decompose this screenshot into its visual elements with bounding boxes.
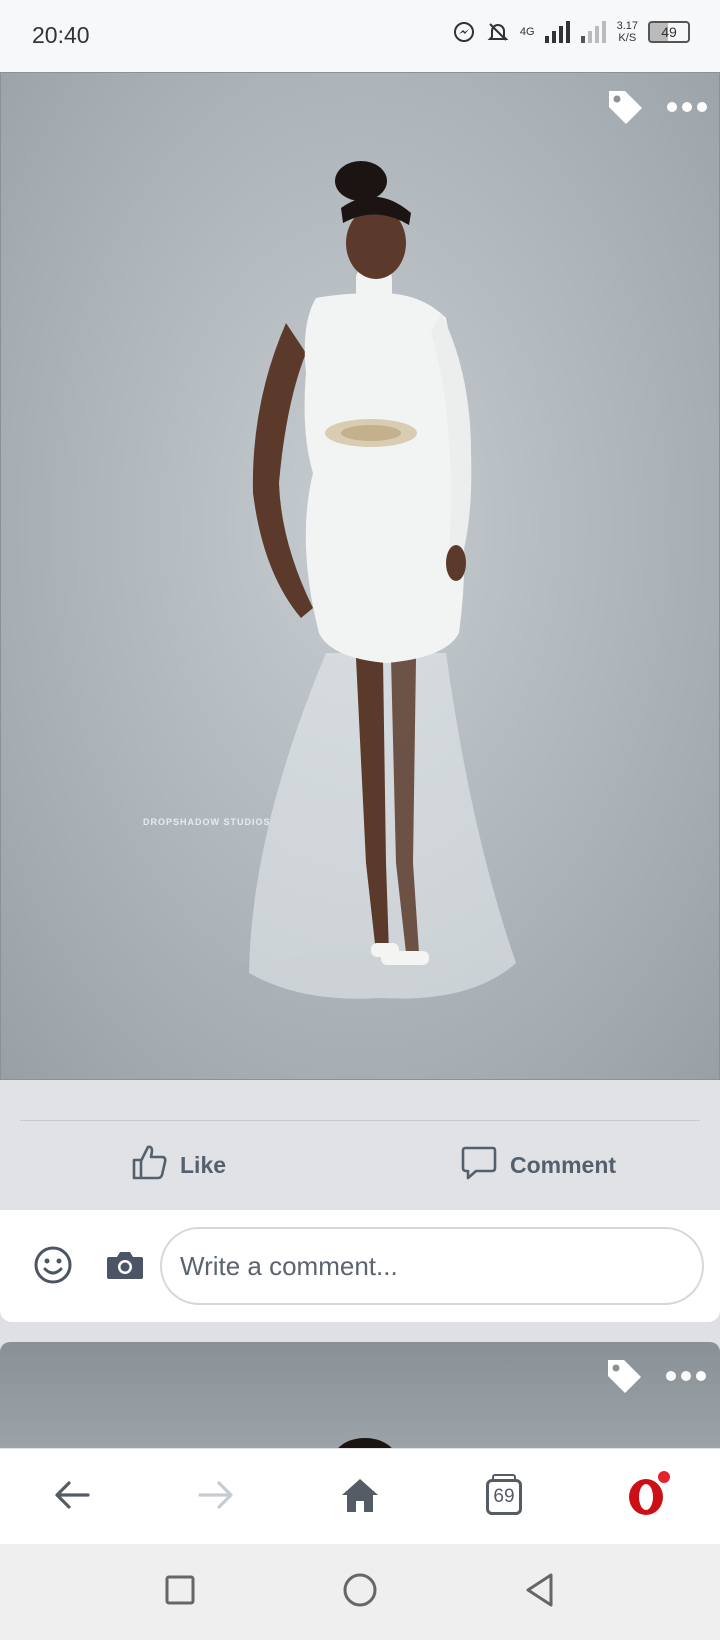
circle-icon [342, 1572, 378, 1613]
battery-level: 49 [661, 24, 677, 40]
arrow-right-icon [198, 1480, 234, 1515]
tag-icon [604, 1356, 644, 1401]
status-bar: 20:40 4G 3.17 K/S 49 [0, 0, 720, 72]
status-icons: 4G 3.17 K/S 49 [452, 20, 690, 44]
network-type: 4G [519, 26, 535, 38]
muted-bell-icon [486, 20, 510, 44]
home-button[interactable] [332, 1469, 388, 1525]
status-time: 20:40 [32, 22, 90, 48]
comment-bubble-icon [460, 1143, 498, 1187]
thumbs-up-icon [130, 1143, 168, 1187]
like-label: Like [180, 1151, 227, 1178]
divider [20, 1120, 700, 1121]
opera-logo-icon [624, 1470, 672, 1524]
home-system-button[interactable] [336, 1568, 384, 1616]
signal-weak-icon [580, 21, 607, 43]
post-actions-bar: Like Comment [0, 1080, 720, 1210]
next-post-tag-button[interactable] [602, 1356, 646, 1400]
post-photo[interactable]: DROPSHADOW STUDIOS [0, 72, 720, 1080]
net-speed-unit: K/S [618, 32, 637, 44]
recents-button[interactable] [156, 1568, 204, 1616]
back-button[interactable] [44, 1469, 100, 1525]
photo-watermark: DROPSHADOW STUDIOS [143, 817, 271, 827]
more-options-icon [666, 100, 708, 118]
tab-count: 69 [493, 1486, 515, 1507]
back-system-button[interactable] [516, 1568, 564, 1616]
emoji-icon [33, 1245, 73, 1290]
forward-button[interactable] [188, 1469, 244, 1525]
comment-button[interactable]: Comment [460, 1140, 616, 1190]
more-options-icon [665, 1369, 707, 1387]
camera-icon [106, 1249, 144, 1286]
camera-button[interactable] [104, 1246, 146, 1288]
triangle-back-icon [524, 1572, 556, 1613]
photo-figure [231, 161, 531, 999]
signal-icon [544, 21, 571, 43]
tag-icon [605, 87, 645, 132]
comment-composer [0, 1210, 720, 1322]
comment-input[interactable] [160, 1227, 704, 1305]
tabs-icon: 69 [486, 1474, 522, 1515]
tag-button[interactable] [603, 87, 647, 131]
comment-label: Comment [510, 1151, 617, 1178]
like-button[interactable]: Like [130, 1140, 226, 1190]
next-post-more-button[interactable] [664, 1356, 708, 1400]
system-navigation-bar [0, 1544, 720, 1640]
more-options-button[interactable] [665, 87, 709, 131]
square-icon [164, 1574, 196, 1611]
battery-icon: 49 [648, 21, 690, 43]
browser-toolbar: 69 [0, 1448, 720, 1544]
emoji-button[interactable] [32, 1246, 74, 1288]
tabs-button[interactable]: 69 [476, 1469, 532, 1525]
next-post-photo[interactable] [0, 1342, 720, 1452]
opera-menu-button[interactable] [620, 1469, 676, 1525]
home-icon [341, 1477, 379, 1518]
net-speed-value: 3.17 [616, 20, 638, 32]
messenger-icon [452, 20, 476, 44]
arrow-left-icon [54, 1480, 90, 1515]
net-speed: 3.17 K/S [617, 20, 638, 44]
